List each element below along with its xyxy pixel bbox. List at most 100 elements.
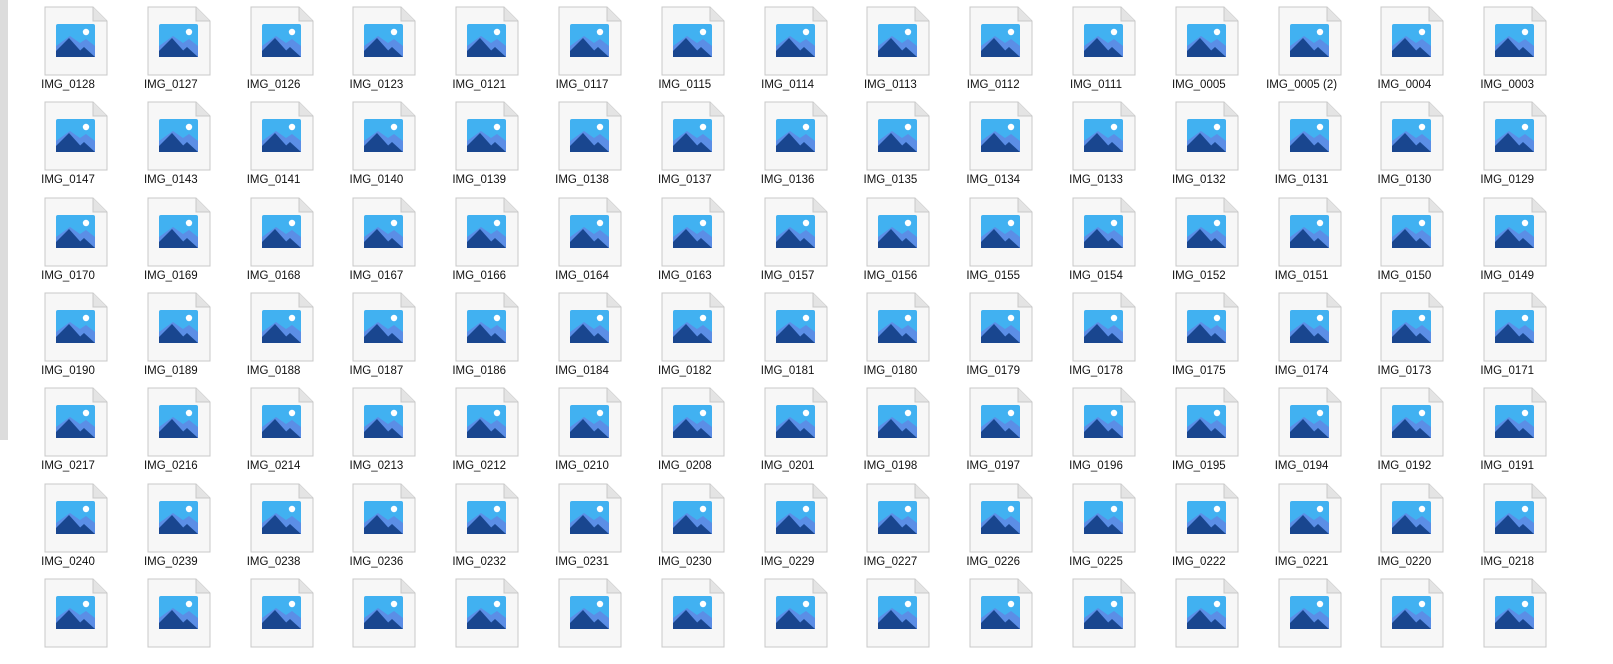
- file-item[interactable]: [10, 572, 108, 664]
- file-item[interactable]: IMG_0184: [524, 286, 622, 378]
- file-item[interactable]: IMG_0173: [1346, 286, 1444, 378]
- file-item[interactable]: [1346, 572, 1444, 664]
- file-item[interactable]: IMG_0136: [730, 95, 828, 187]
- file-item[interactable]: IMG_0139: [421, 95, 519, 187]
- file-item[interactable]: IMG_0201: [730, 381, 828, 473]
- file-item[interactable]: IMG_0121: [421, 0, 519, 92]
- file-item[interactable]: IMG_0179: [935, 286, 1033, 378]
- file-item[interactable]: IMG_0130: [1346, 95, 1444, 187]
- file-item[interactable]: IMG_0225: [1038, 477, 1136, 569]
- file-item[interactable]: [318, 572, 416, 664]
- file-item[interactable]: IMG_0003: [1449, 0, 1547, 92]
- file-item[interactable]: IMG_0212: [421, 381, 519, 473]
- file-item[interactable]: IMG_0182: [627, 286, 725, 378]
- file-item[interactable]: IMG_0114: [730, 0, 828, 92]
- file-item[interactable]: IMG_0152: [1141, 191, 1239, 283]
- file-item[interactable]: IMG_0137: [627, 95, 725, 187]
- file-item[interactable]: IMG_0191: [1449, 381, 1547, 473]
- file-item[interactable]: IMG_0217: [10, 381, 108, 473]
- file-item[interactable]: IMG_0213: [318, 381, 416, 473]
- file-item[interactable]: IMG_0230: [627, 477, 725, 569]
- file-item[interactable]: [1038, 572, 1136, 664]
- file-item[interactable]: IMG_0168: [216, 191, 314, 283]
- file-item[interactable]: IMG_0127: [113, 0, 211, 92]
- file-item[interactable]: IMG_0111: [1038, 0, 1136, 92]
- file-item[interactable]: [1449, 572, 1547, 664]
- file-item[interactable]: IMG_0221: [1244, 477, 1342, 569]
- file-item[interactable]: [935, 572, 1033, 664]
- file-item[interactable]: IMG_0169: [113, 191, 211, 283]
- file-item[interactable]: [730, 572, 828, 664]
- file-item[interactable]: IMG_0190: [10, 286, 108, 378]
- file-item[interactable]: IMG_0166: [421, 191, 519, 283]
- file-item[interactable]: IMG_0133: [1038, 95, 1136, 187]
- file-item[interactable]: IMG_0226: [935, 477, 1033, 569]
- file-item[interactable]: IMG_0123: [318, 0, 416, 92]
- file-item[interactable]: [216, 572, 314, 664]
- file-item[interactable]: IMG_0180: [832, 286, 930, 378]
- file-item[interactable]: IMG_0175: [1141, 286, 1239, 378]
- file-item[interactable]: IMG_0194: [1244, 381, 1342, 473]
- file-item[interactable]: [421, 572, 519, 664]
- file-item[interactable]: IMG_0155: [935, 191, 1033, 283]
- file-item[interactable]: [524, 572, 622, 664]
- file-item[interactable]: IMG_0197: [935, 381, 1033, 473]
- file-item[interactable]: IMG_0147: [10, 95, 108, 187]
- file-item[interactable]: IMG_0131: [1244, 95, 1342, 187]
- file-item[interactable]: IMG_0128: [10, 0, 108, 92]
- file-item[interactable]: IMG_0188: [216, 286, 314, 378]
- file-item[interactable]: IMG_0186: [421, 286, 519, 378]
- file-item[interactable]: IMG_0220: [1346, 477, 1444, 569]
- file-item[interactable]: IMG_0214: [216, 381, 314, 473]
- file-item[interactable]: [1141, 572, 1239, 664]
- file-item[interactable]: IMG_0195: [1141, 381, 1239, 473]
- file-item[interactable]: IMG_0135: [832, 95, 930, 187]
- file-item[interactable]: IMG_0167: [318, 191, 416, 283]
- file-item[interactable]: IMG_0112: [935, 0, 1033, 92]
- file-item[interactable]: IMG_0216: [113, 381, 211, 473]
- file-item[interactable]: IMG_0227: [832, 477, 930, 569]
- file-item[interactable]: IMG_0192: [1346, 381, 1444, 473]
- file-item[interactable]: IMG_0236: [318, 477, 416, 569]
- file-item[interactable]: IMG_0140: [318, 95, 416, 187]
- file-item[interactable]: IMG_0170: [10, 191, 108, 283]
- file-item[interactable]: IMG_0164: [524, 191, 622, 283]
- file-item[interactable]: IMG_0239: [113, 477, 211, 569]
- file-item[interactable]: [832, 572, 930, 664]
- file-item[interactable]: IMG_0232: [421, 477, 519, 569]
- file-item[interactable]: IMG_0187: [318, 286, 416, 378]
- file-item[interactable]: IMG_0238: [216, 477, 314, 569]
- file-item[interactable]: IMG_0134: [935, 95, 1033, 187]
- file-item[interactable]: IMG_0174: [1244, 286, 1342, 378]
- file-item[interactable]: IMG_0129: [1449, 95, 1547, 187]
- file-item[interactable]: IMG_0171: [1449, 286, 1547, 378]
- file-item[interactable]: IMG_0117: [524, 0, 622, 92]
- file-item[interactable]: IMG_0218: [1449, 477, 1547, 569]
- file-item[interactable]: [627, 572, 725, 664]
- file-item[interactable]: IMG_0163: [627, 191, 725, 283]
- file-item[interactable]: IMG_0113: [832, 0, 930, 92]
- file-item[interactable]: IMG_0208: [627, 381, 725, 473]
- file-item[interactable]: IMG_0154: [1038, 191, 1136, 283]
- file-item[interactable]: IMG_0143: [113, 95, 211, 187]
- file-item[interactable]: IMG_0231: [524, 477, 622, 569]
- file-item[interactable]: IMG_0222: [1141, 477, 1239, 569]
- file-item[interactable]: IMG_0240: [10, 477, 108, 569]
- file-item[interactable]: IMG_0210: [524, 381, 622, 473]
- file-item[interactable]: IMG_0132: [1141, 95, 1239, 187]
- file-item[interactable]: IMG_0126: [216, 0, 314, 92]
- file-item[interactable]: IMG_0115: [627, 0, 725, 92]
- file-item[interactable]: IMG_0198: [832, 381, 930, 473]
- file-item[interactable]: IMG_0181: [730, 286, 828, 378]
- file-item[interactable]: IMG_0229: [730, 477, 828, 569]
- file-item[interactable]: IMG_0156: [832, 191, 930, 283]
- file-item[interactable]: [113, 572, 211, 664]
- file-item[interactable]: IMG_0157: [730, 191, 828, 283]
- file-item[interactable]: IMG_0004: [1346, 0, 1444, 92]
- file-item[interactable]: IMG_0005 (2): [1244, 0, 1342, 92]
- file-item[interactable]: IMG_0138: [524, 95, 622, 187]
- file-item[interactable]: IMG_0005: [1141, 0, 1239, 92]
- file-item[interactable]: [1244, 572, 1342, 664]
- file-item[interactable]: IMG_0196: [1038, 381, 1136, 473]
- file-item[interactable]: IMG_0151: [1244, 191, 1342, 283]
